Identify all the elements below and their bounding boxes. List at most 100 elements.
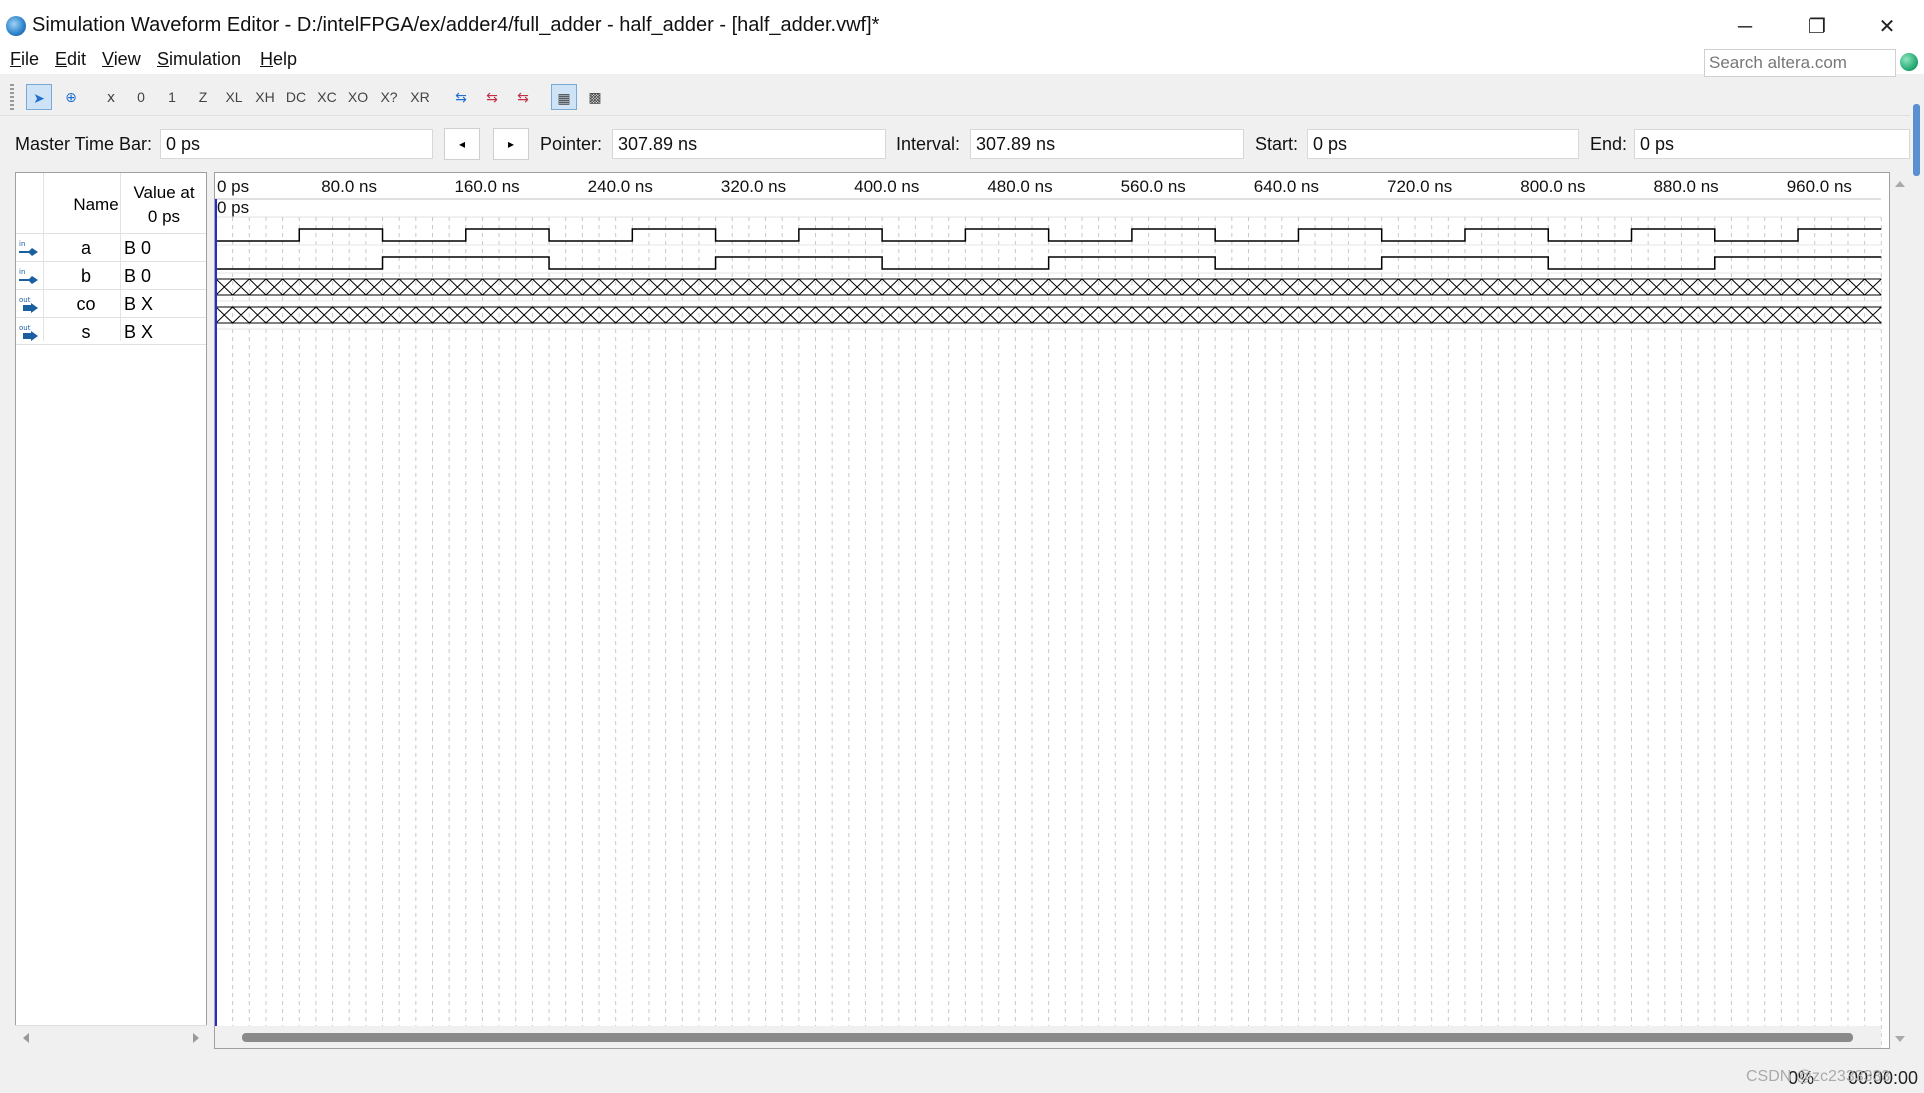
time-tick-label: 720.0 ns xyxy=(1387,177,1452,196)
force-low-icon[interactable]: 0 xyxy=(128,84,154,110)
search-input[interactable]: Search altera.com xyxy=(1704,49,1896,77)
invert-icon[interactable]: XC xyxy=(314,84,340,110)
menu-help-hotkey: H xyxy=(260,49,273,69)
menu-help-label: elp xyxy=(273,49,298,69)
time-tick-label: 0 ps xyxy=(217,177,249,196)
force-weak-high-icon[interactable]: XH xyxy=(252,84,278,110)
signal-name: b xyxy=(80,266,91,286)
app-logo-icon xyxy=(6,16,26,36)
watermark-text: CSDN @zc2333333 xyxy=(1746,1068,1891,1085)
names-horizontal-scrollbar[interactable] xyxy=(15,1025,207,1049)
window-vertical-scrollbar[interactable] xyxy=(1910,100,1924,1080)
prev-transition-button[interactable]: ◂ xyxy=(444,128,480,160)
end-field: 0 ps xyxy=(1634,129,1910,159)
generate-netlist-icon[interactable]: ⇆ xyxy=(510,84,536,110)
value-header-line2: 0 ps xyxy=(147,207,181,226)
waveform-canvas[interactable]: 0 ps 80.0 ns 160.0 ns 240.0 ns 320.0 ns 400.0… xyxy=(215,173,1890,1049)
svg-text:out: out xyxy=(19,296,31,304)
signal-names-panel: Name Value at 0 ps in a B 0 in b B 0 out… xyxy=(15,172,207,1049)
signal-value: B 0 xyxy=(124,266,152,286)
menu-view[interactable]: View xyxy=(102,49,141,70)
names-scroll-arrows xyxy=(23,1033,199,1043)
restore-button[interactable]: ❐ xyxy=(1797,10,1837,44)
start-label: Start: xyxy=(1255,134,1299,154)
zoom-icon[interactable]: ⊕ xyxy=(58,84,84,110)
signal-row-a[interactable]: in a B 0 xyxy=(16,233,206,261)
arbitrary-value-icon[interactable]: XR xyxy=(407,84,433,110)
toolbar-grip[interactable] xyxy=(10,84,14,110)
menu-simulation[interactable]: Simulation xyxy=(157,49,241,70)
time-tick-label: 560.0 ns xyxy=(1121,177,1186,196)
menu-file-label: ile xyxy=(21,49,40,69)
time-tick-label: 320.0 ns xyxy=(721,177,786,196)
time-tick-label: 880.0 ns xyxy=(1653,177,1718,196)
globe-icon[interactable] xyxy=(1900,53,1918,71)
title-bar: Simulation Waveform Editor - D:/intelFPG… xyxy=(0,0,1924,44)
input-pin-icon: in xyxy=(19,268,38,284)
signal-value: B 0 xyxy=(124,238,152,258)
menu-edit[interactable]: Edit xyxy=(55,49,86,70)
start-field: 0 ps xyxy=(1307,129,1579,159)
menu-help[interactable]: Help xyxy=(260,49,297,70)
menu-simulation-label: imulation xyxy=(169,49,242,69)
svg-text:in: in xyxy=(19,268,25,276)
clock-icon[interactable]: X? xyxy=(376,84,402,110)
count-value-icon[interactable]: XO xyxy=(345,84,371,110)
interval-field: 307.89 ns xyxy=(970,129,1244,159)
menu-view-label: iew xyxy=(113,49,141,69)
signal-row-s[interactable]: out s B X xyxy=(16,317,206,345)
menu-view-hotkey: V xyxy=(102,49,114,69)
time-tick-label: 480.0 ns xyxy=(987,177,1052,196)
time-tick-label: 80.0 ns xyxy=(321,177,377,196)
waveform-a xyxy=(216,228,1882,242)
time-tick-label: 240.0 ns xyxy=(588,177,653,196)
vscroll-arrows xyxy=(1895,181,1905,1042)
signal-row-co[interactable]: out co B X xyxy=(16,289,206,317)
output-pin-icon: out xyxy=(19,324,38,341)
waveform-panel[interactable]: 0 ps 80.0 ns 160.0 ns 240.0 ns 320.0 ns 400.0… xyxy=(214,172,1890,1049)
signal-name: a xyxy=(80,238,91,258)
run-timing-simulation-icon[interactable]: ⇆ xyxy=(479,84,505,110)
pointer-label: Pointer: xyxy=(540,134,603,154)
time-tick-label: 800.0 ns xyxy=(1520,177,1585,196)
value-header-line1: Value at xyxy=(133,183,195,202)
svg-text:out: out xyxy=(19,324,31,332)
time-tick-label: 640.0 ns xyxy=(1254,177,1319,196)
grid-settings-icon[interactable]: ▩ xyxy=(582,84,608,110)
minimize-button[interactable]: ─ xyxy=(1725,10,1765,44)
signal-value: B X xyxy=(124,322,154,342)
signal-name: s xyxy=(81,322,91,342)
horizontal-scroll-thumb xyxy=(242,1033,1853,1042)
value-column-header[interactable]: Value at 0 ps xyxy=(119,181,209,229)
close-button[interactable]: ✕ xyxy=(1867,10,1907,44)
menu-edit-label: dit xyxy=(67,49,87,69)
snap-to-grid-icon[interactable]: ▦ xyxy=(551,84,577,110)
signal-row-b[interactable]: in b B 0 xyxy=(16,261,206,289)
menu-edit-hotkey: E xyxy=(55,49,68,69)
time-bar: Master Time Bar: 0 ps ◂ ▸ Pointer: 307.8… xyxy=(0,120,1910,166)
waveform-vertical-scrollbar[interactable] xyxy=(1890,172,1910,1049)
cursor-time-label: 0 ps xyxy=(217,198,249,217)
master-time-bar-label: Master Time Bar: xyxy=(15,134,153,154)
force-high-impedance-icon[interactable]: Z xyxy=(190,84,216,110)
time-tick-label: 400.0 ns xyxy=(854,177,919,196)
force-weak-low-icon[interactable]: XL xyxy=(221,84,247,110)
time-tick-label: 960.0 ns xyxy=(1787,177,1852,196)
menu-simulation-hotkey: S xyxy=(157,49,170,69)
svg-text:in: in xyxy=(19,240,25,248)
toolbar: ➤ ⊕ ⅹ 0 1 Z XL XH DC XC XO X? XR ⇆ ⇆ ⇆ ▦… xyxy=(0,78,1910,116)
force-high-icon[interactable]: 1 xyxy=(159,84,185,110)
window-scroll-thumb xyxy=(1913,104,1920,176)
signal-value: B X xyxy=(124,294,154,314)
force-dont-care-icon[interactable]: DC xyxy=(283,84,309,110)
master-time-bar-field[interactable]: 0 ps xyxy=(160,129,433,159)
run-functional-simulation-icon[interactable]: ⇆ xyxy=(448,84,474,110)
pointer-field: 307.89 ns xyxy=(612,129,886,159)
menu-file-hotkey: F xyxy=(10,49,21,69)
force-unknown-icon[interactable]: ⅹ xyxy=(98,84,124,110)
window-title: Simulation Waveform Editor - D:/intelFPG… xyxy=(32,14,880,36)
next-transition-button[interactable]: ▸ xyxy=(493,128,529,160)
output-pin-icon: out xyxy=(19,296,38,313)
menu-file[interactable]: File xyxy=(10,49,39,70)
pointer-icon[interactable]: ➤ xyxy=(26,84,52,110)
